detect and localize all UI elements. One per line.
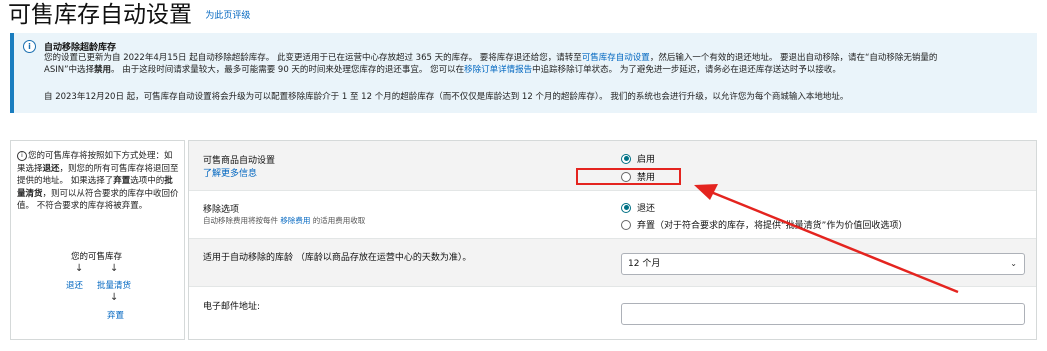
- page-title-text: 可售库存自动设置: [8, 2, 192, 28]
- radio-dispose[interactable]: 弃置（对于符合要求的库存，将提供“批量清货”作为价值回收选项）: [621, 218, 907, 231]
- inventory-age-select[interactable]: 12 个月 ⌄: [621, 253, 1025, 275]
- alert-line-2: ASIN”中选择禁用。 由于这段时间请求量较大，最多可能需要 90 天的时间来处…: [44, 64, 841, 76]
- info-panel: i 您的可售库存将按照如下方式处理：如果选择退还，则您的所有可售库存将退回至提供的…: [10, 140, 185, 340]
- alert-line-3: 自 2023年12月20日 起，可售库存自动设置将会升级为可以配置移除库龄介于 …: [44, 92, 849, 102]
- info-alert: i 自动移除超龄库存 您的设置已更新为自 2022年4月15日 起自动移除超龄库…: [10, 33, 1037, 113]
- alert-text: 您的设置已更新为自 2022年4月15日 起自动移除超龄库存。 此变更适用于已在…: [44, 53, 582, 63]
- removal-fee-link[interactable]: 移除费用: [280, 216, 310, 225]
- annotation-highlight-box: [576, 168, 681, 185]
- radio-enable[interactable]: 启用: [621, 152, 655, 165]
- arrow-down-icon: ↓: [110, 292, 119, 303]
- info-icon: i: [23, 40, 36, 53]
- auto-setting-label: 可售商品自动设置: [203, 156, 276, 166]
- chevron-down-icon: ⌄: [1010, 259, 1017, 268]
- radio-label: 退还: [637, 204, 656, 214]
- alert-line-1: 您的设置已更新为自 2022年4月15日 起自动移除超龄库存。 此变更适用于已在…: [44, 52, 937, 64]
- flow-inventory: 您的可售库存: [71, 252, 123, 262]
- flow-return: 退还: [66, 281, 84, 291]
- info-description: i 您的可售库存将按照如下方式处理：如果选择退还，则您的所有可售库存将退回至提供的…: [17, 150, 179, 213]
- info-circle-icon: i: [17, 150, 27, 161]
- radio-button-selected[interactable]: [621, 202, 631, 213]
- alert-text: ，然后输入一个有效的退还地址。 要退出自动移除，请在“自动移除无销量的: [649, 53, 938, 63]
- alert-bold-text: 禁用: [93, 65, 111, 75]
- email-field[interactable]: [621, 303, 1025, 325]
- info-text: 选项中的: [130, 176, 165, 186]
- flow-dispose: 弃置: [107, 311, 125, 321]
- select-value: 12 个月: [628, 259, 661, 269]
- removal-fee-note: 自动移除费用将按每件 移除费用 的适用费用收取: [203, 215, 365, 226]
- alert-text: ASIN”中选择: [44, 65, 94, 75]
- radio-button[interactable]: [621, 219, 631, 230]
- removal-report-link[interactable]: 移除订单详情报告: [464, 65, 532, 75]
- page-title: 可售库存自动设置 为此页评级: [8, 0, 250, 31]
- inventory-age-row: 适用于自动移除的库龄 （库龄以商品存放在运营中心的天数为准）。 12 个月 ⌄: [189, 239, 1036, 287]
- alert-text: 。 由于这段时间请求量较大，最多可能需要 90 天的时间来处理您库存的退还事宜。…: [111, 65, 465, 75]
- inventory-age-label: 适用于自动移除的库龄 （库龄以商品存放在运营中心的天数为准）。: [203, 253, 472, 263]
- removal-option-row: 移除选项 自动移除费用将按每件 移除费用 的适用费用收取 退还 弃置（对于符合要…: [189, 191, 1036, 239]
- arrow-down-icon: ↓: [110, 263, 119, 274]
- radio-button-selected[interactable]: [621, 153, 631, 164]
- info-bold: 退还: [42, 163, 60, 174]
- flow-liquidate: 批量清货: [97, 281, 132, 291]
- alert-text: 中追踪移除订单状态。 为了避免进一步延迟，请务必在退还库存送达时予以接收。: [532, 65, 841, 75]
- note-text: 自动移除费用将按每件: [203, 216, 278, 225]
- email-row: 电子邮件地址:: [189, 287, 1036, 339]
- rate-page-link[interactable]: 为此页评级: [205, 11, 250, 21]
- email-label: 电子邮件地址:: [203, 302, 261, 312]
- auto-settings-link[interactable]: 可售库存自动设置: [582, 53, 650, 63]
- arrow-down-icon: ↓: [75, 263, 84, 274]
- info-bold: 弃置: [113, 176, 131, 186]
- note-text: 的适用费用收取: [312, 216, 366, 225]
- learn-more-link[interactable]: 了解更多信息: [203, 166, 257, 179]
- removal-option-label: 移除选项: [203, 205, 240, 215]
- radio-label: 启用: [637, 155, 656, 165]
- radio-return[interactable]: 退还: [621, 201, 655, 214]
- radio-label: 弃置（对于符合要求的库存，将提供“批量清货”作为价值回收选项）: [637, 221, 908, 231]
